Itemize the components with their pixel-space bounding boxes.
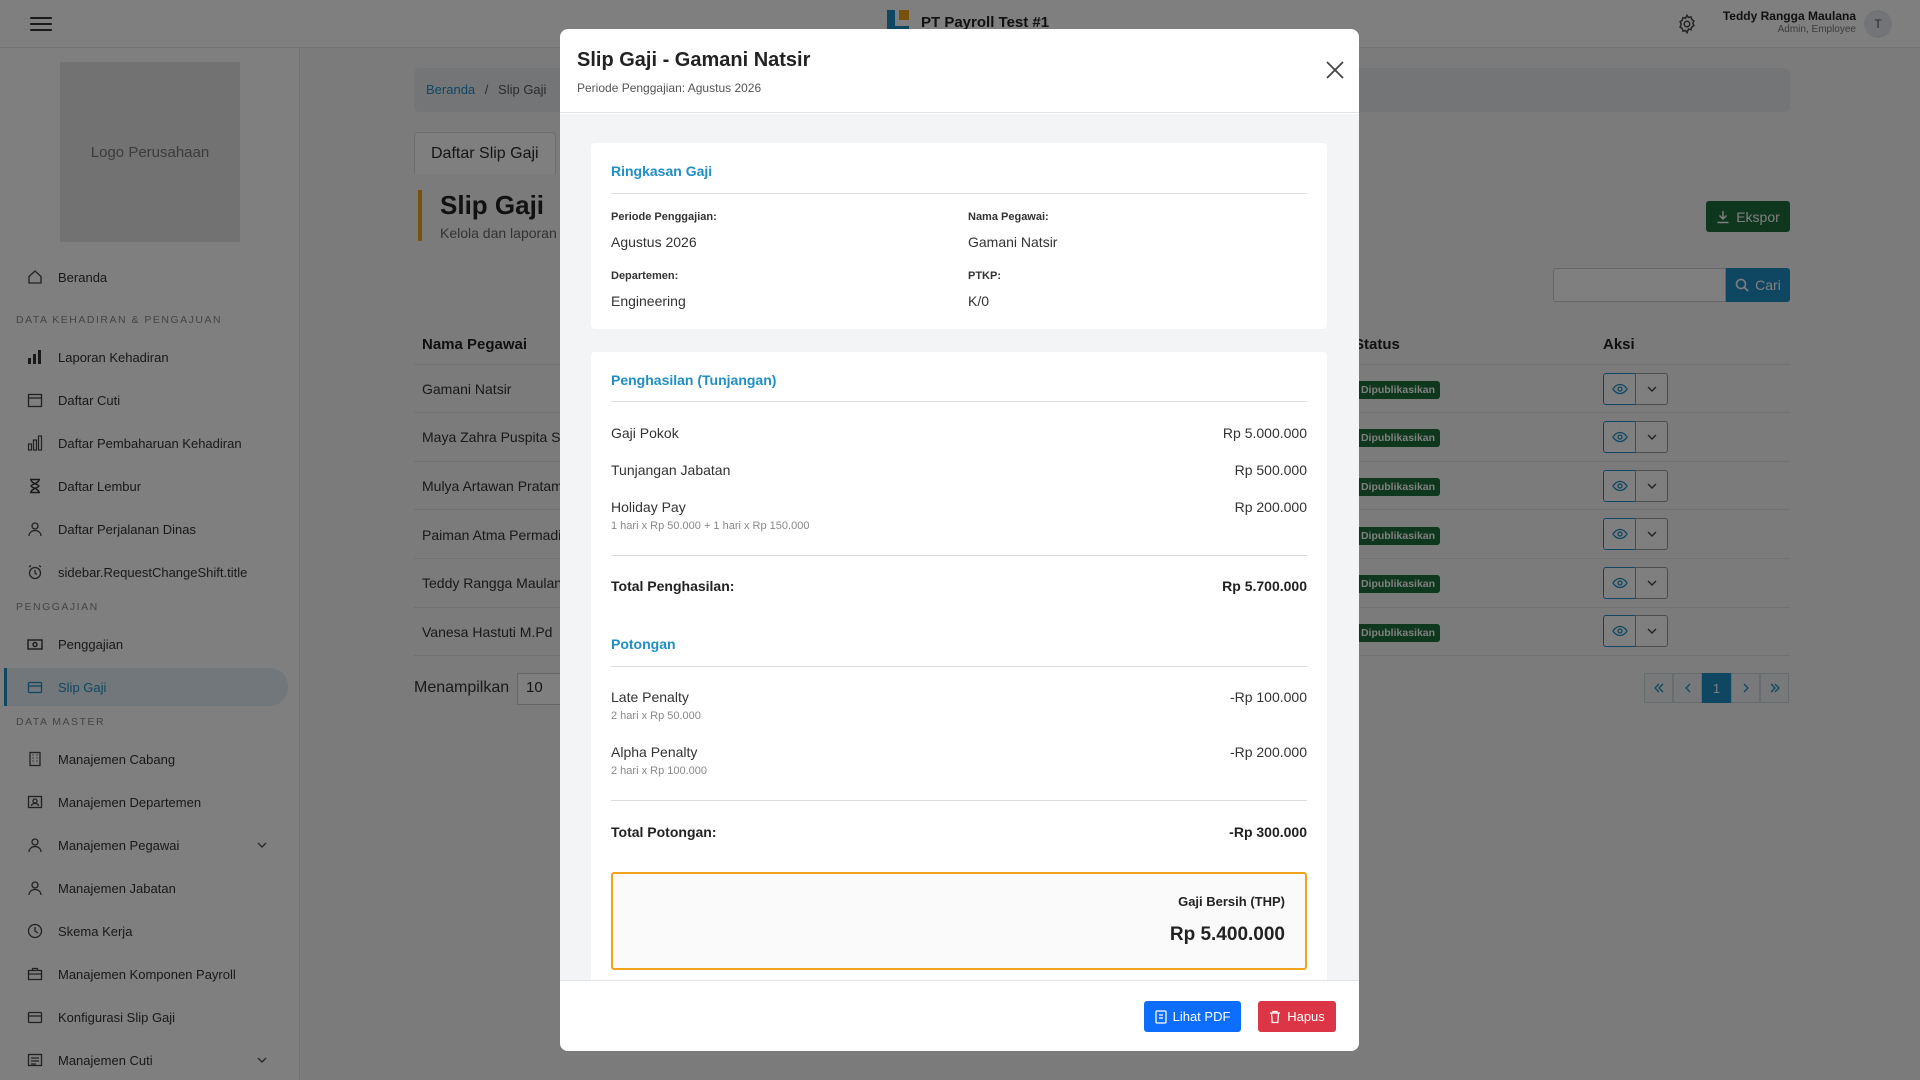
card-divider [611, 555, 1307, 556]
close-icon[interactable] [1324, 59, 1346, 81]
deduction-note: 2 hari x Rp 100.000 [611, 765, 708, 777]
department-value: Engineering [611, 293, 686, 309]
deduction-amount: -Rp 200.000 [1229, 744, 1307, 760]
total-deductions-amount: -Rp 300.000 [1229, 824, 1307, 840]
earning-amount: Rp 200.000 [1234, 499, 1307, 515]
earning-name: Holiday Pay [611, 499, 686, 515]
net-salary-box: Gaji Bersih (THP) Rp 5.400.000 [611, 872, 1307, 970]
earning-note: 1 hari x Rp 50.000 + 1 hari x Rp 150.000 [611, 520, 810, 532]
salary-summary-card: Ringkasan Gaji Periode Penggajian: Agust… [591, 143, 1327, 329]
deduction-amount: -Rp 100.000 [1229, 689, 1307, 705]
earning-name: Gaji Pokok [611, 425, 679, 441]
ptkp-value: K/0 [968, 293, 990, 309]
total-deductions-label: Total Potongan: [611, 824, 717, 840]
modal-body[interactable]: Ringkasan Gaji Periode Penggajian: Agust… [560, 114, 1359, 980]
card-title: Ringkasan Gaji [611, 163, 713, 179]
total-earnings-label: Total Penghasilan: [611, 578, 735, 594]
period-label: Periode Penggajian: [611, 211, 717, 223]
card-divider [611, 401, 1307, 402]
modal-title: Slip Gaji - Gamani Natsir [577, 49, 811, 71]
delete-button[interactable]: Hapus [1258, 1001, 1336, 1032]
earning-name: Tunjangan Jabatan [611, 462, 731, 478]
employee-value: Gamani Natsir [968, 234, 1058, 250]
earning-amount: Rp 500.000 [1234, 462, 1307, 478]
deduction-name: Late Penalty [611, 689, 689, 705]
card-divider [611, 666, 1307, 667]
net-salary-label: Gaji Bersih (THP) [1178, 894, 1285, 909]
department-label: Departemen: [611, 270, 679, 282]
view-pdf-button[interactable]: Lihat PDF [1144, 1001, 1241, 1032]
card-divider [611, 800, 1307, 801]
modal-header: Slip Gaji - Gamani Natsir Periode Pengga… [560, 29, 1359, 113]
earnings-title: Penghasilan (Tunjangan) [611, 372, 777, 388]
modal-footer: Lihat PDF Hapus [560, 980, 1359, 1051]
delete-label: Hapus [1287, 1009, 1325, 1024]
trash-icon [1270, 1010, 1281, 1023]
pdf-file-icon [1154, 1009, 1167, 1024]
card-divider [611, 193, 1307, 194]
view-pdf-label: Lihat PDF [1172, 1009, 1231, 1024]
salary-details-card: Penghasilan (Tunjangan) Gaji Pokok Rp 5.… [591, 352, 1327, 980]
payslip-modal: Slip Gaji - Gamani Natsir Periode Pengga… [560, 29, 1359, 1051]
deductions-title: Potongan [611, 636, 676, 652]
net-salary-amount: Rp 5.400.000 [1169, 924, 1285, 945]
deduction-name: Alpha Penalty [611, 744, 698, 760]
ptkp-label: PTKP: [968, 270, 1001, 282]
deduction-note: 2 hari x Rp 50.000 [611, 710, 701, 722]
modal-subtitle: Periode Penggajian: Agustus 2026 [577, 81, 762, 95]
total-earnings-amount: Rp 5.700.000 [1222, 578, 1307, 594]
employee-label: Nama Pegawai: [968, 211, 1049, 223]
earning-amount: Rp 5.000.000 [1222, 425, 1307, 441]
period-value: Agustus 2026 [611, 234, 697, 250]
